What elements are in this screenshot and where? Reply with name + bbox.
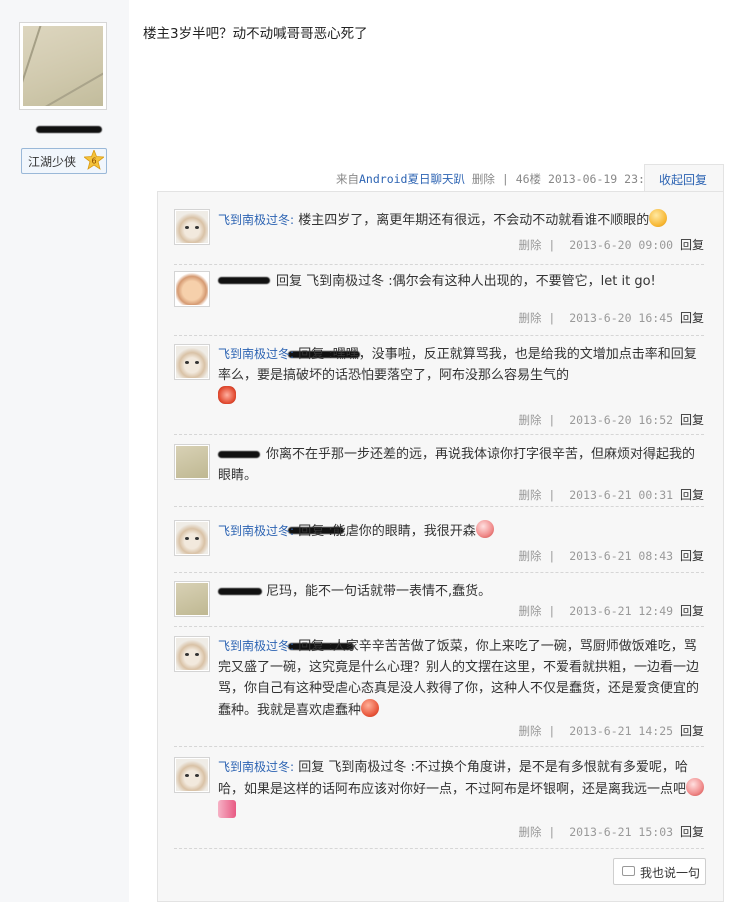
reply-author[interactable]: 飞到南极过冬: [218, 760, 294, 774]
reply-delete[interactable]: 删除 [518, 724, 541, 738]
reply-item: 飞到南极过冬: 回复 :能虐你的眼睛，我很开森 删除 | 2013-6-21 0… [174, 520, 704, 570]
level-badge[interactable]: 江湖少侠 6 [21, 148, 107, 174]
reply-text: 尼玛，能不一句话就带一表情不,蠢货。 [266, 584, 492, 599]
reply-delete[interactable]: 删除 [518, 488, 541, 502]
reply-item: 尼玛，能不一句话就带一表情不,蠢货。 删除 | 2013-6-21 12:49 … [174, 581, 704, 623]
gift-emoticon-icon [218, 800, 236, 818]
reply-body: 飞到南极过冬: 回复 :能虐你的眼睛，我很开森 [218, 520, 704, 542]
reply-button[interactable]: 回复 [680, 488, 704, 502]
reply-footer: 删除 | 2013-6-21 00:31 回复 [518, 488, 704, 502]
reply-button[interactable]: 回复 [680, 825, 704, 839]
reply-time: 2013-6-21 15:03 [569, 825, 674, 839]
meta-from: 来自 [336, 172, 359, 186]
smile-emoticon-icon [649, 209, 668, 227]
reply-footer: 删除 | 2013-6-21 14:25 回复 [518, 724, 704, 738]
reply-body: 飞到南极过冬: 回复 :嘿嘿，没事啦，反正就算骂我，也是给我的文增加点击率和回复… [218, 344, 704, 408]
reply-avatar[interactable] [174, 344, 210, 380]
reply-avatar[interactable] [174, 209, 210, 245]
reply-item: 回复 飞到南极过冬 :偶尔会有这种人出现的，不要管它，let it go! 删除… [174, 271, 704, 329]
reply-delete[interactable]: 删除 [518, 825, 541, 839]
reply-time: 2013-6-21 00:31 [569, 488, 674, 502]
collapse-replies-tab[interactable]: 收起回复 [644, 164, 724, 192]
reply-author[interactable]: 飞到南极过冬: [218, 639, 294, 653]
say-button-label: 我也说一句 [640, 866, 701, 880]
devil-emoticon-icon [361, 699, 380, 717]
reply-author[interactable]: 飞到南极过冬: [218, 524, 294, 538]
floor-number: 46楼 [515, 172, 542, 186]
comment-bubble-icon [622, 866, 635, 876]
reply-body: 回复 飞到南极过冬 :偶尔会有这种人出现的，不要管它，let it go! [218, 271, 704, 292]
reply-body: 飞到南极过冬: 回复 飞到南极过冬 :不过换个角度讲，是不是有多恨就有多爱呢，哈… [218, 757, 705, 822]
reply-delete[interactable]: 删除 [518, 238, 541, 252]
reply-text: 你离不在乎那一步还差的远，再说我体谅你打字很辛苦，但麻烦对得起我的眼睛。 [218, 447, 696, 483]
reply-footer: 删除 | 2013-6-21 08:43 回复 [518, 549, 704, 563]
reply-delete[interactable]: 删除 [518, 604, 541, 618]
reply-footer: 删除 | 2013-6-21 12:49 回复 [518, 604, 704, 618]
redacted-username [36, 126, 102, 133]
reply-avatar[interactable] [174, 636, 210, 672]
reply-time: 2013-6-20 16:52 [569, 413, 674, 427]
reply-avatar[interactable] [174, 444, 210, 480]
reply-time: 2013-6-21 08:43 [569, 549, 674, 563]
post-time: 2013-06-19 23:50 [547, 172, 659, 186]
reply-text: 回复 :能虐你的眼睛，我很开森 [298, 524, 476, 539]
post-content: 楼主3岁半吧？动不动喊哥哥恶心死了 [143, 26, 368, 42]
reply-button[interactable]: 回复 [680, 549, 704, 563]
reply-avatar[interactable] [174, 271, 210, 307]
reply-footer: 删除 | 2013-6-20 09:00 回复 [518, 238, 704, 252]
reply-button[interactable]: 回复 [680, 604, 704, 618]
reply-time: 2013-6-21 12:49 [569, 604, 674, 618]
laugh-emoticon-icon [475, 520, 494, 538]
reply-item: 飞到南极过冬: 楼主四岁了，离更年期还有很远，不会动不动就看谁不顺眼的 删除 |… [174, 209, 704, 259]
reply-button[interactable]: 回复 [680, 413, 704, 427]
reply-item: 飞到南极过冬: 回复 :人家辛辛苦苦做了饭菜，你上来吃了一碗，骂厨师做饭难吃，骂… [174, 636, 704, 740]
client-link[interactable]: Android夏日聊天趴 [359, 172, 465, 186]
badge-title: 江湖少侠 [28, 155, 77, 169]
badge-level: 6 [91, 157, 96, 166]
reply-time: 2013-6-20 09:00 [569, 238, 674, 252]
reply-body: 你离不在乎那一步还差的远，再说我体谅你打字很辛苦，但麻烦对得起我的眼睛。 [218, 444, 704, 486]
reply-avatar[interactable] [174, 520, 210, 556]
author-sidebar: 江湖少侠 6 [0, 0, 129, 902]
reply-avatar[interactable] [174, 581, 210, 617]
collapse-label: 收起回复 [659, 173, 708, 187]
reply-button[interactable]: 回复 [680, 238, 704, 252]
reply-time: 2013-6-20 16:45 [569, 311, 674, 325]
reply-author[interactable]: 飞到南极过冬: [218, 213, 294, 227]
reply-delete[interactable]: 删除 [518, 413, 541, 427]
reply-footer: 删除 | 2013-6-21 15:03 回复 [518, 825, 704, 839]
reply-item: 你离不在乎那一步还差的远，再说我体谅你打字很辛苦，但麻烦对得起我的眼睛。 删除 … [174, 444, 704, 502]
reply-text: 回复 飞到南极过冬 :偶尔会有这种人出现的，不要管它，let it go! [276, 274, 656, 289]
reply-button[interactable]: 回复 [680, 724, 704, 738]
author-avatar[interactable] [19, 22, 107, 110]
star-level-icon: 6 [84, 150, 104, 170]
reply-body: 飞到南极过冬: 回复 :人家辛辛苦苦做了饭菜，你上来吃了一碗，骂厨师做饭难吃，骂… [218, 636, 704, 721]
reply-button[interactable]: 回复 [680, 311, 704, 325]
reply-time: 2013-6-21 14:25 [569, 724, 674, 738]
angry-cat-emoticon-icon [218, 386, 236, 404]
reply-item: 飞到南极过冬: 回复 :嘿嘿，没事啦，反正就算骂我，也是给我的文增加点击率和回复… [174, 344, 704, 427]
delete-link[interactable]: 删除 [472, 172, 495, 186]
replies-panel: 飞到南极过冬: 楼主四岁了，离更年期还有很远，不会动不动就看谁不顺眼的 删除 |… [157, 191, 724, 902]
reply-item: 飞到南极过冬: 回复 飞到南极过冬 :不过换个角度讲，是不是有多恨就有多爱呢，哈… [174, 757, 705, 843]
reply-body: 飞到南极过冬: 楼主四岁了，离更年期还有很远，不会动不动就看谁不顺眼的 [218, 209, 704, 231]
post-meta: 来自Android夏日聊天趴 删除 | 46楼 2013-06-19 23:50 [336, 172, 659, 186]
reply-delete[interactable]: 删除 [518, 311, 541, 325]
reply-avatar[interactable] [174, 757, 210, 793]
reply-body: 尼玛，能不一句话就带一表情不,蠢货。 [218, 581, 704, 602]
reply-footer: 删除 | 2013-6-20 16:52 回复 [518, 413, 704, 427]
reply-footer: 删除 | 2013-6-20 16:45 回复 [518, 311, 704, 325]
avatar-image [23, 26, 103, 106]
reply-delete[interactable]: 删除 [518, 549, 541, 563]
reply-author[interactable]: 飞到南极过冬: [218, 347, 294, 361]
laugh-emoticon-icon [686, 778, 705, 796]
say-something-button[interactable]: 我也说一句 [613, 858, 706, 885]
reply-text: 楼主四岁了，离更年期还有很远，不会动不动就看谁不顺眼的 [298, 213, 650, 228]
